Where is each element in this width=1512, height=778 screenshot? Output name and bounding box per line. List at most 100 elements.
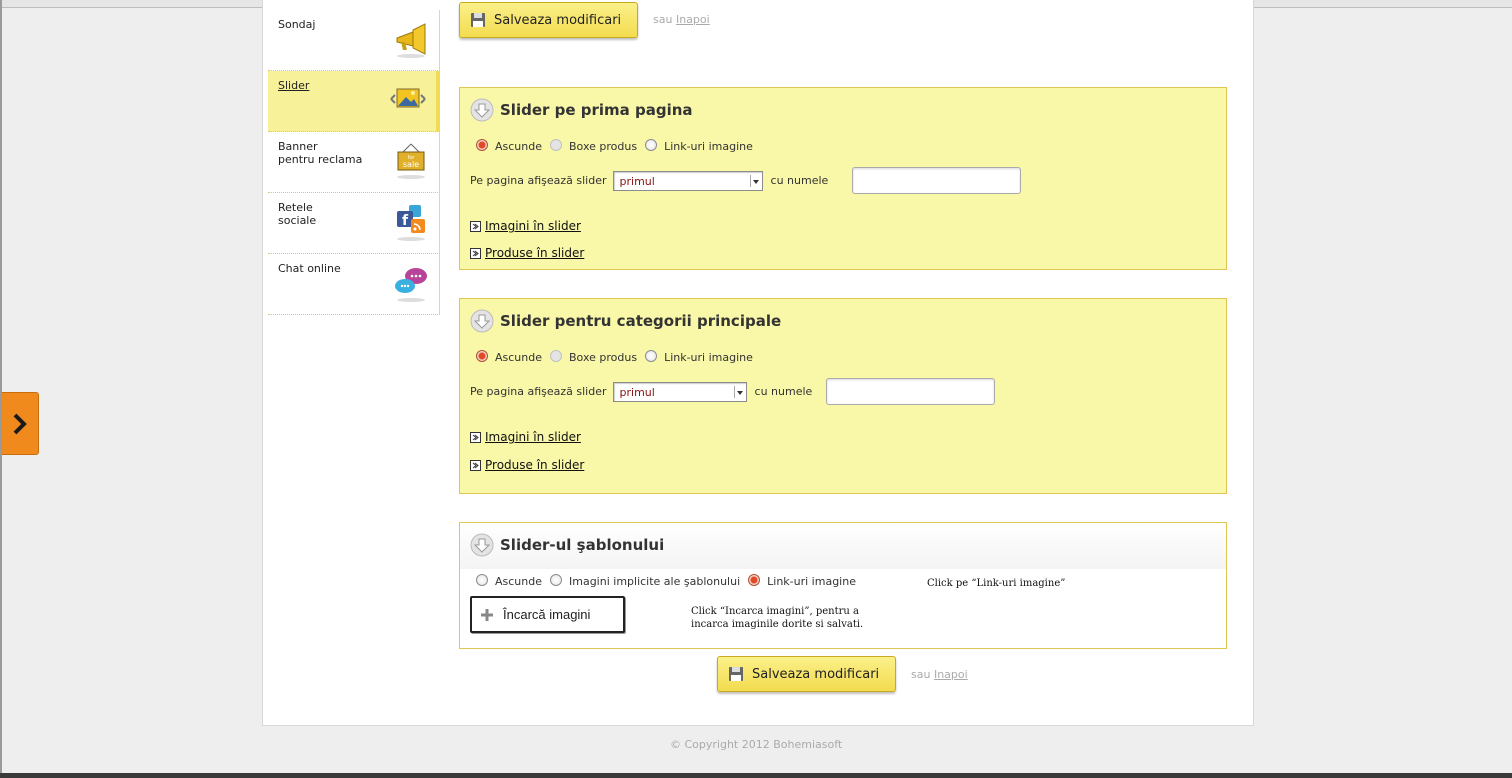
save-button-top[interactable]: Salveaza modificari: [459, 2, 639, 38]
link-text: Imagini în slider: [485, 430, 581, 444]
upload-button-label: Încarcă imagini: [503, 607, 591, 622]
social-networks-icon: f: [397, 205, 425, 241]
svg-text:sale: sale: [403, 160, 419, 169]
or-text: sau: [653, 13, 673, 26]
collapse-arrow-icon[interactable]: [470, 533, 494, 557]
chat-bubbles-icon: [395, 268, 427, 302]
save-button-bottom[interactable]: Salveaza modificari: [717, 656, 897, 692]
name-label: cu numele: [770, 174, 829, 187]
or-back-link-bottom: sau Inapoi: [911, 668, 968, 681]
or-back-link-top: sau Inapoi: [653, 13, 710, 26]
slider-name-input[interactable]: [826, 378, 996, 405]
back-link[interactable]: Inapoi: [676, 13, 710, 26]
svg-text:f: f: [402, 213, 409, 229]
radio-image-links[interactable]: Link-uri imagine: [748, 573, 856, 588]
visibility-radio-group: Ascunde Boxe produs Link-uri imagine: [476, 349, 761, 364]
select-label: Pe pagina afişează slider: [470, 385, 607, 398]
menu-item-slider[interactable]: Slider: [268, 71, 440, 132]
link-products-in-slider[interactable]: Produse în slider: [470, 246, 584, 260]
footer-copyright: © Copyright 2012 Bohemiasoft: [670, 738, 843, 751]
radio-dot: [645, 138, 658, 151]
menu-item-social[interactable]: Retele sociale f: [268, 193, 440, 254]
hint-upload-images: Click “Incarca imagini”, pentru a incarc…: [691, 606, 864, 630]
radio-dot: [476, 138, 488, 151]
settings-page: Sondaj Slider Banner pentru reclama for …: [262, 0, 1254, 726]
radio-label: Ascunde: [495, 575, 542, 588]
slider-name-input[interactable]: [852, 167, 1022, 194]
radio-dot: [476, 349, 488, 362]
radio-dot: [476, 573, 488, 586]
link-products-in-slider[interactable]: Produse în slider: [470, 458, 584, 472]
link-text: Produse în slider: [485, 458, 585, 472]
panel-title-text: Slider pe prima pagina: [500, 101, 693, 119]
plus-icon: [481, 608, 493, 621]
menu-item-chat[interactable]: Chat online: [268, 254, 440, 315]
slider-select[interactable]: primul: [612, 381, 747, 402]
sidebar-toggle-button[interactable]: [2, 392, 39, 455]
radio-dot: [645, 349, 658, 362]
upload-images-button[interactable]: Încarcă imagini: [470, 596, 625, 633]
radio-product-boxes: Boxe produs: [550, 349, 638, 364]
radio-default-images[interactable]: Imagini implicite ale şablonului: [550, 573, 741, 588]
radio-label: Link-uri imagine: [664, 140, 753, 153]
radio-image-links[interactable]: Link-uri imagine: [645, 138, 753, 153]
radio-dot: [550, 349, 562, 362]
select-label: Pe pagina afişează slider: [470, 174, 607, 187]
panel-category-slider: Slider pentru categorii principale Ascun…: [459, 298, 1227, 494]
radio-dot: [748, 573, 761, 586]
radio-label: Link-uri imagine: [767, 575, 856, 588]
slider-select-row: Pe pagina afişează slider primul cu nume…: [470, 167, 1022, 194]
panel-title: Slider pentru categorii principale: [470, 309, 781, 333]
template-radio-group: Ascunde Imagini implicite ale şablonului…: [476, 573, 864, 588]
radio-label: Boxe produs: [569, 351, 638, 364]
floppy-disk-icon: [729, 667, 743, 681]
name-label: cu numele: [754, 385, 813, 398]
select-value: primul: [619, 174, 655, 188]
slider-select-row: Pe pagina afişează slider primul cu nume…: [470, 378, 996, 405]
menu-item-sondaj[interactable]: Sondaj: [268, 10, 440, 71]
chevron-right-icon: [13, 413, 27, 434]
visibility-radio-group: Ascunde Boxe produs Link-uri imagine: [476, 138, 761, 153]
floppy-disk-icon: [471, 13, 485, 27]
radio-label: Boxe produs: [569, 140, 638, 153]
slider-image-icon: [390, 88, 426, 108]
radio-image-links[interactable]: Link-uri imagine: [645, 349, 753, 364]
expand-arrow-icon: [470, 220, 481, 232]
megaphone-icon: [396, 23, 426, 58]
radio-label: Link-uri imagine: [664, 351, 753, 364]
radio-dot: [550, 138, 562, 151]
radio-hide[interactable]: Ascunde: [476, 349, 542, 364]
link-text: Produse în slider: [485, 246, 585, 260]
panel-title-text: Slider pentru categorii principale: [500, 312, 782, 330]
window-bottom-edge: [0, 773, 1512, 778]
panel-home-slider: Slider pe prima pagina Ascunde Boxe prod…: [459, 87, 1227, 270]
menu-item-banner[interactable]: Banner pentru reclama for sale: [268, 132, 440, 193]
radio-hide[interactable]: Ascunde: [476, 138, 542, 153]
radio-label: Ascunde: [495, 351, 542, 364]
radio-label: Ascunde: [495, 140, 542, 153]
hint-image-links: Click pe “Link-uri imagine”: [927, 578, 1066, 589]
for-sale-sign-icon: for sale: [397, 143, 425, 179]
radio-hide[interactable]: Ascunde: [476, 573, 542, 588]
back-link[interactable]: Inapoi: [934, 668, 968, 681]
link-images-in-slider[interactable]: Imagini în slider: [470, 219, 581, 233]
expand-arrow-icon: [470, 247, 481, 259]
settings-menu: Sondaj Slider Banner pentru reclama for …: [268, 10, 440, 315]
dropdown-caret-icon: [733, 385, 744, 398]
collapse-arrow-icon[interactable]: [470, 309, 494, 333]
expand-arrow-icon: [470, 431, 481, 443]
panel-title-text: Slider-ul şablonului: [500, 536, 665, 554]
or-text: sau: [911, 668, 931, 681]
panel-title: Slider pe prima pagina: [470, 98, 693, 122]
window-left-edge: [0, 0, 2, 778]
select-value: primul: [619, 385, 655, 399]
collapse-arrow-icon[interactable]: [470, 98, 494, 122]
dropdown-caret-icon: [749, 174, 760, 187]
slider-select[interactable]: primul: [612, 170, 763, 191]
save-button-label: Salveaza modificari: [752, 666, 880, 682]
link-text: Imagini în slider: [485, 219, 581, 233]
link-images-in-slider[interactable]: Imagini în slider: [470, 430, 581, 444]
panel-template-slider: Slider-ul şablonului Ascunde Imagini imp…: [459, 522, 1227, 649]
radio-product-boxes: Boxe produs: [550, 138, 638, 153]
radio-label: Imagini implicite ale şablonului: [569, 575, 741, 588]
